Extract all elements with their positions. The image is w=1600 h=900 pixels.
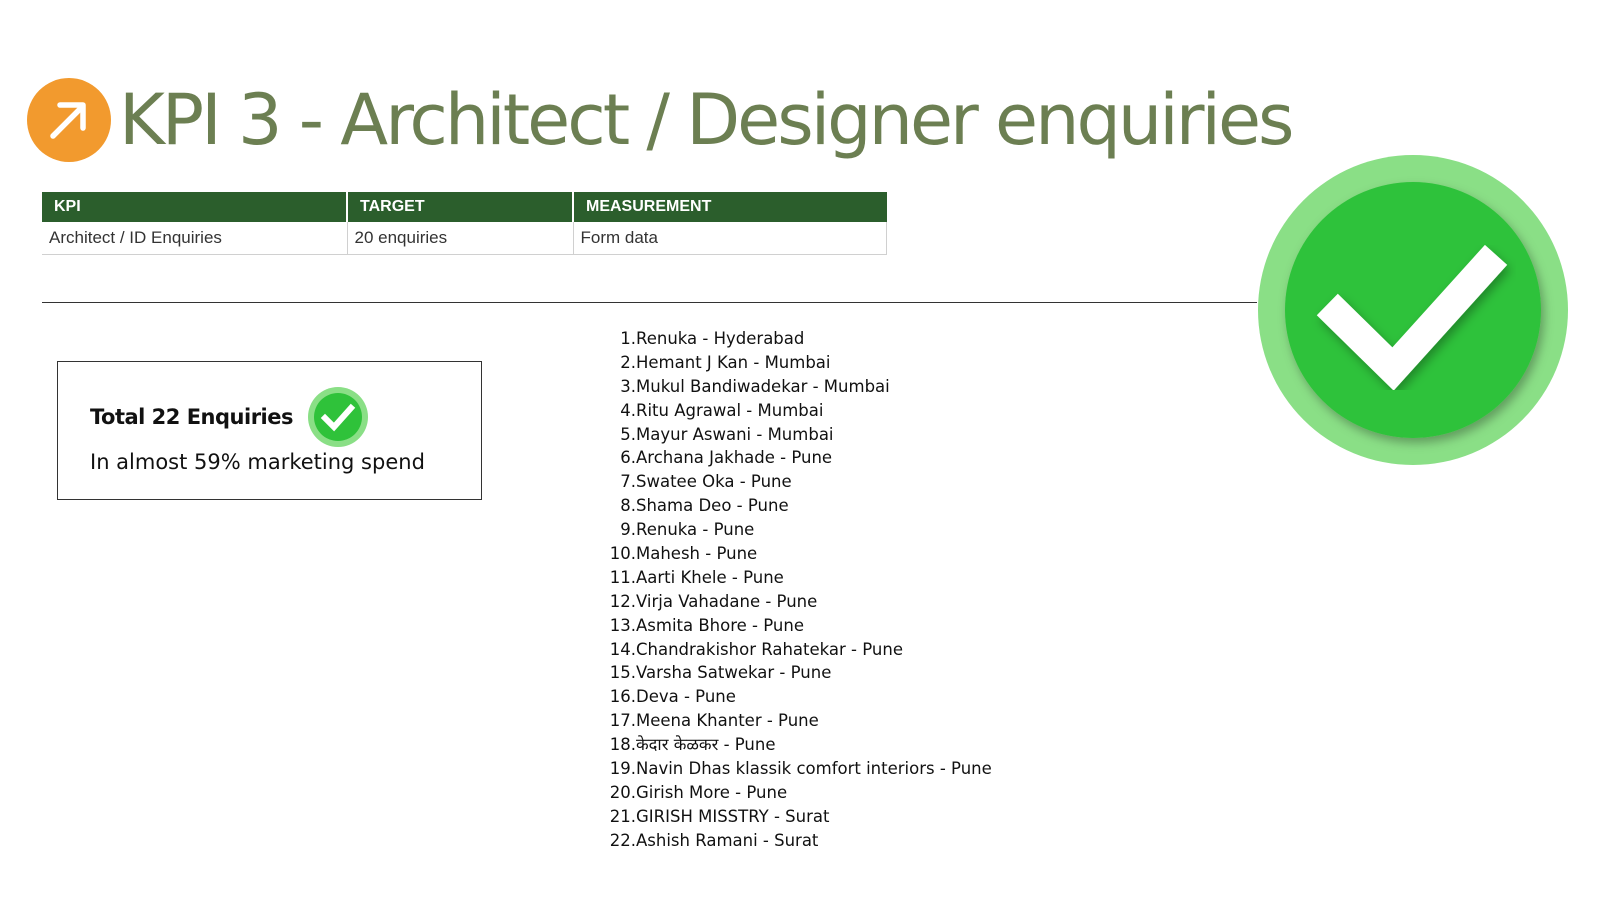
list-item: 18. केदार केळकर - Pune [600,733,992,757]
list-item-number: 21. [609,806,636,826]
list-item-number: 3. [620,376,636,396]
list-item-number: 9. [620,520,636,540]
list-item-number: 10. [609,544,636,564]
kpi-table-header-row: KPI TARGET MEASUREMENT [42,192,887,222]
list-item-number: 6. [620,448,636,468]
list-item-number: 19. [609,759,636,779]
summary-subtitle: In almost 59% marketing spend [90,450,425,474]
slide: KPI 3 - Architect / Designer enquiries K… [0,0,1600,900]
kpi-cell: Architect / ID Enquiries [42,222,348,255]
list-item-number: 5. [620,424,636,444]
list-item-text: Mayur Aswani - Mumbai [636,424,834,444]
list-item-number: 22. [609,830,636,850]
divider [42,302,1257,303]
summary-title: Total 22 Enquiries [90,405,294,429]
list-item-text: Mahesh - Pune [636,544,758,564]
list-item-number: 2. [620,352,636,372]
kpi-column-header: KPI [42,192,348,222]
list-item-text: Shama Deo - Pune [636,496,789,516]
list-item: 13. Asmita Bhore - Pune [600,614,992,638]
check-circle-icon [1258,155,1568,465]
target-cell: 20 enquiries [347,222,574,255]
list-item-text: Hemant J Kan - Mumbai [636,352,831,372]
list-item-text: Renuka - Hyderabad [636,329,805,348]
list-item-text: Renuka - Pune [636,520,755,540]
list-item-number: 8. [620,496,636,516]
list-item-number: 20. [609,782,636,802]
list-item-number: 16. [609,687,636,707]
list-item-text: Meena Khanter - Pune [636,711,819,731]
list-item-text: Ritu Agrawal - Mumbai [636,400,824,420]
list-item-number: 4. [620,400,636,420]
list-item-text: Chandrakishor Rahatekar - Pune [636,639,903,659]
list-item-number: 7. [620,472,636,492]
list-item: 17. Meena Khanter - Pune [600,709,992,733]
list-item-text: Virja Vahadane - Pune [636,591,818,611]
enquiry-list: 1. Renuka - Hyderabad 2. Hemant J Kan - Mu… [600,327,992,853]
page-title: KPI 3 - Architect / Designer enquiries [119,79,1294,161]
list-item: 14. Chandrakishor Rahatekar - Pune [600,638,992,662]
list-item: 16. Deva - Pune [600,685,992,709]
list-item: 6. Archana Jakhade - Pune [600,446,992,470]
list-item: 7. Swatee Oka - Pune [600,470,992,494]
list-item-text: Archana Jakhade - Pune [636,448,833,468]
list-item-number: 1. [620,329,636,348]
summary-box: Total 22 Enquiries In almost 59% marketi… [57,361,482,500]
list-item-text: Mukul Bandiwadekar - Mumbai [636,376,890,396]
list-item: 22. Ashish Ramani - Surat [600,829,992,853]
arrow-up-right-icon [27,78,111,162]
list-item-number: 18. [609,735,636,755]
list-item: 1. Renuka - Hyderabad [600,327,992,351]
list-item: 8. Shama Deo - Pune [600,494,992,518]
list-item: 3. Mukul Bandiwadekar - Mumbai [600,375,992,399]
kpi-table: KPI TARGET MEASUREMENT Architect / ID En… [42,192,887,255]
list-item-number: 12. [609,591,636,611]
list-item: 12. Virja Vahadane - Pune [600,590,992,614]
list-item-number: 17. [609,711,636,731]
list-item-number: 15. [609,663,636,683]
list-item-number: 11. [609,567,636,587]
list-item-number: 14. [609,639,636,659]
list-item: 2. Hemant J Kan - Mumbai [600,351,992,375]
list-item-text: केदार केळकर - Pune [636,735,776,755]
list-item-text: Asmita Bhore - Pune [636,615,804,635]
list-item: 4. Ritu Agrawal - Mumbai [600,399,992,423]
target-column-header: TARGET [347,192,574,222]
list-item-number: 13. [609,615,636,635]
summary-title-row: Total 22 Enquiries [90,386,369,448]
list-item-text: Swatee Oka - Pune [636,472,792,492]
list-item-text: Deva - Pune [636,687,736,707]
list-item-text: Varsha Satwekar - Pune [636,663,832,683]
list-item-text: Aarti Khele - Pune [636,567,784,587]
list-item-text: Navin Dhas klassik comfort interiors - P… [636,759,992,779]
list-item: 20. Girish More - Pune [600,781,992,805]
list-item: 5. Mayur Aswani - Mumbai [600,423,992,447]
measurement-cell: Form data [573,222,887,255]
list-item: 19. Navin Dhas klassik comfort interiors … [600,757,992,781]
list-item: 10. Mahesh - Pune [600,542,992,566]
check-circle-icon [307,386,369,448]
list-item-text: Ashish Ramani - Surat [636,830,819,850]
list-item-text: Girish More - Pune [636,782,788,802]
list-item: 11. Aarti Khele - Pune [600,566,992,590]
measurement-column-header: MEASUREMENT [573,192,887,222]
list-item: 15. Varsha Satwekar - Pune [600,661,992,685]
list-item: 9. Renuka - Pune [600,518,992,542]
list-item-text: GIRISH MISSTRY - Surat [636,806,830,826]
table-row: Architect / ID Enquiries 20 enquiries Fo… [42,222,887,255]
list-item: 21. GIRISH MISSTRY - Surat [600,805,992,829]
title-row: KPI 3 - Architect / Designer enquiries [27,78,1294,162]
